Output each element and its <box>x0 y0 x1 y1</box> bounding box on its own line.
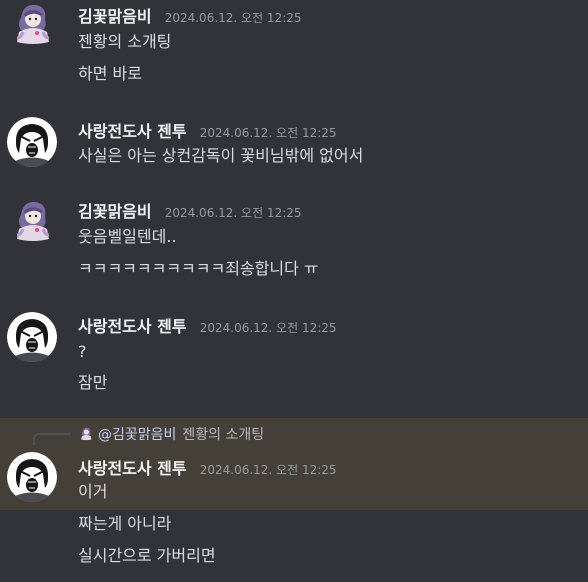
purple-hair-avatar-icon <box>7 197 57 247</box>
username[interactable]: 김꽃맑음비 <box>78 202 152 221</box>
chat-messages: 김꽃맑음비 2024.06.12. 오전 12:25 젠황의 소개팅 하면 바로… <box>0 0 588 582</box>
reply-mention[interactable]: @김꽃맑음비 <box>98 427 176 443</box>
message-line: 웃음벨일텐데.. <box>78 227 177 246</box>
purple-hair-avatar-icon <box>7 0 57 50</box>
username[interactable]: 사랑전도사 젠투 <box>78 317 187 336</box>
avatar[interactable] <box>7 312 57 362</box>
message-header: 김꽃맑음비 2024.06.12. 오전 12:25 <box>78 198 302 222</box>
message-header: 사랑전도사 젠투 2024.06.12. 오전 12:25 <box>78 313 337 337</box>
username[interactable]: 사랑전도사 젠투 <box>78 459 187 478</box>
message-line: 실시간으로 가버리면 <box>78 546 216 565</box>
message-line: ? <box>78 342 87 361</box>
reply-spine <box>33 433 71 445</box>
avatar[interactable] <box>7 452 57 502</box>
message-line: 이거 <box>78 482 108 501</box>
message-header: 사랑전도사 젠투 2024.06.12. 오전 12:25 <box>78 455 337 479</box>
message-line: 짜는게 아니라 <box>78 514 172 533</box>
timestamp[interactable]: 2024.06.12. 오전 12:25 <box>200 321 337 335</box>
screaming-face-avatar-icon <box>7 312 57 362</box>
timestamp[interactable]: 2024.06.12. 오전 12:25 <box>200 463 337 477</box>
timestamp[interactable]: 2024.06.12. 오전 12:25 <box>165 11 302 25</box>
timestamp[interactable]: 2024.06.12. 오전 12:25 <box>200 126 337 140</box>
screaming-face-avatar-icon <box>7 452 57 502</box>
username[interactable]: 김꽃맑음비 <box>78 7 152 26</box>
avatar[interactable] <box>7 0 57 50</box>
avatar[interactable] <box>7 117 57 167</box>
avatar[interactable] <box>7 197 57 247</box>
message-line: 젠황의 소개팅 <box>78 32 172 51</box>
message-header: 사랑전도사 젠투 2024.06.12. 오전 12:25 <box>78 118 337 142</box>
reply-preview-text[interactable]: 젠황의 소개팅 <box>182 427 264 443</box>
message-line: 하면 바로 <box>78 64 142 83</box>
message-header: 김꽃맑음비 2024.06.12. 오전 12:25 <box>78 3 302 27</box>
purple-hair-avatar-icon <box>81 427 92 441</box>
message-line: 잠만 <box>78 373 108 392</box>
username[interactable]: 사랑전도사 젠투 <box>78 122 187 141</box>
reply-reference[interactable]: @김꽃맑음비 젠황의 소개팅 <box>78 424 264 444</box>
screaming-face-avatar-icon <box>7 117 57 167</box>
message-line: 사실은 아는 상컨감독이 꽃비님밖에 없어서 <box>78 146 364 165</box>
message-line: ㅋㅋㅋㅋㅋㅋㅋㅋㅋㅋ죄송합니다 ㅠ <box>78 259 319 278</box>
timestamp[interactable]: 2024.06.12. 오전 12:25 <box>165 206 302 220</box>
